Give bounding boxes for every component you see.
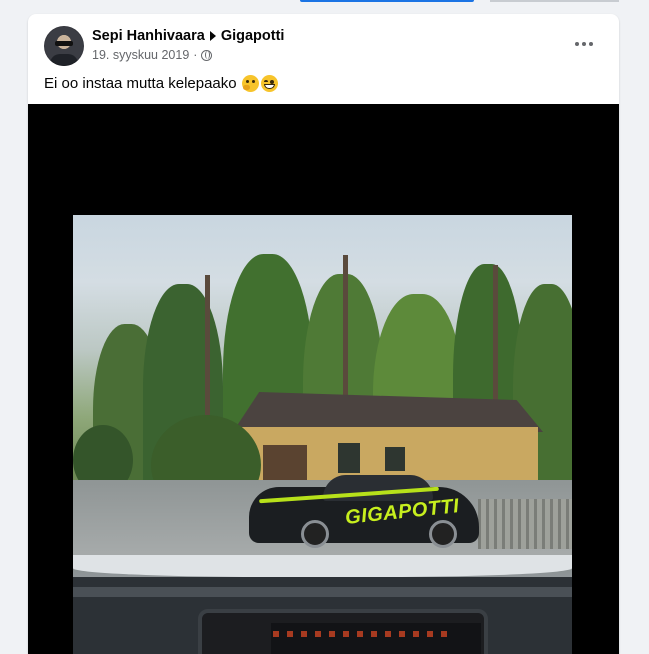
house-window xyxy=(338,443,360,473)
post-date[interactable]: 19. syyskuu 2019 xyxy=(92,48,189,62)
more-options-dot xyxy=(589,42,593,46)
left-gutter xyxy=(0,0,28,650)
post-message: Ei oo instaa mutta kelepaako xyxy=(44,75,237,92)
house-window xyxy=(385,447,405,471)
car-wheel xyxy=(301,520,329,548)
tree-trunk xyxy=(343,255,348,405)
more-options-icon xyxy=(575,42,579,46)
post-photo[interactable]: GIGAPOTTI xyxy=(73,215,572,654)
tree-trunk xyxy=(493,265,498,415)
author-name[interactable]: Sepi Hanhivaara xyxy=(92,28,205,44)
post-header: Sepi Hanhivaara Gigapotti xyxy=(92,27,284,45)
post-meta: 19. syyskuu 2019 · xyxy=(92,47,213,63)
fence xyxy=(478,499,572,549)
grinning-face-emoji xyxy=(260,75,278,92)
tree-trunk xyxy=(205,275,210,415)
avatar-ring xyxy=(44,26,84,66)
post-photo-frame[interactable]: GIGAPOTTI xyxy=(28,104,619,654)
globe-icon[interactable] xyxy=(201,49,213,61)
car-wheel xyxy=(429,520,457,548)
group-name[interactable]: Gigapotti xyxy=(221,28,285,44)
thinking-face-emoji xyxy=(241,75,259,92)
dashboard-edge xyxy=(73,587,572,597)
post-card: Sepi Hanhivaara Gigapotti 19. syyskuu 20… xyxy=(28,14,619,654)
active-tab-indicator[interactable] xyxy=(300,0,474,2)
right-gutter xyxy=(619,0,649,650)
posted-in-arrow-icon xyxy=(209,31,216,41)
dashboard-screen-display xyxy=(271,623,481,654)
author-avatar[interactable] xyxy=(44,26,84,66)
windshield-glare xyxy=(73,555,572,577)
dashboard-lights xyxy=(273,631,453,637)
meta-separator: · xyxy=(193,48,198,62)
more-options-dot xyxy=(582,42,586,46)
more-options-button[interactable] xyxy=(566,30,602,58)
inactive-tab-indicator[interactable] xyxy=(490,0,632,2)
post-text: Ei oo instaa mutta kelepaako xyxy=(44,75,278,92)
